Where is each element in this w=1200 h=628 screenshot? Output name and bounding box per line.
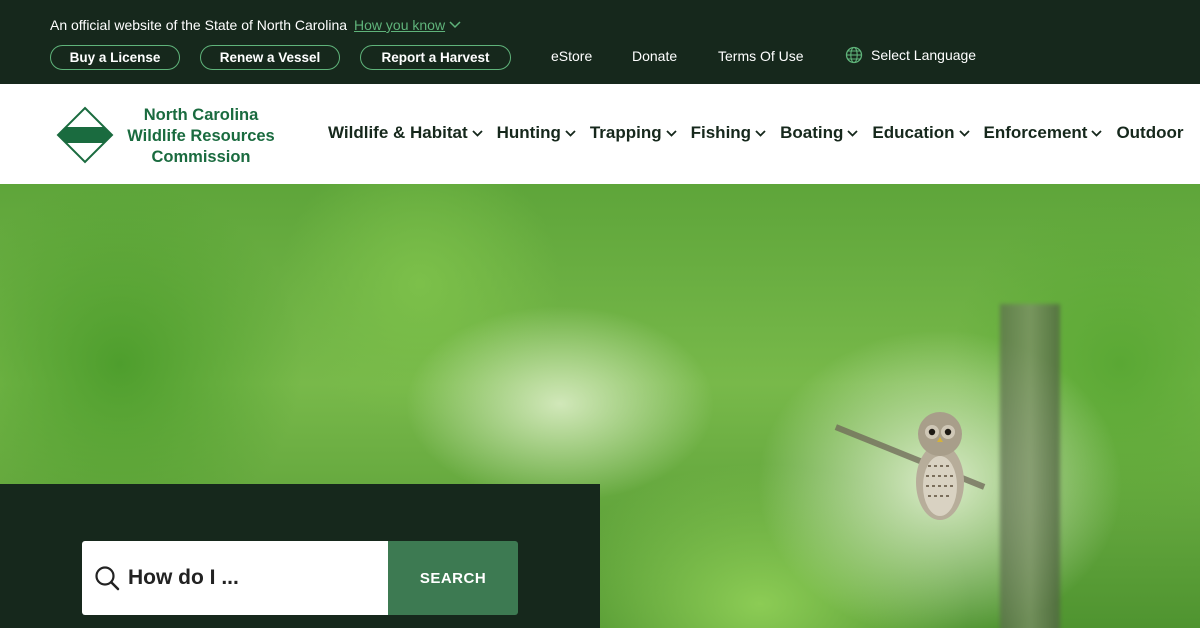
- search-icon: [95, 566, 120, 591]
- select-language-button[interactable]: Select Language: [845, 46, 976, 64]
- nav-label: Outdoor: [1116, 123, 1184, 142]
- chevron-down-icon: [958, 129, 970, 137]
- nav-label: Wildlife & Habitat: [328, 123, 468, 142]
- how-you-know-link[interactable]: How you know: [354, 17, 461, 33]
- estore-link[interactable]: eStore: [551, 48, 592, 64]
- ncwrc-logo-icon[interactable]: [56, 106, 114, 164]
- buy-license-button[interactable]: Buy a License: [50, 45, 180, 70]
- search-button[interactable]: SEARCH: [388, 541, 518, 615]
- chevron-down-icon: [565, 129, 576, 137]
- chevron-down-icon: [755, 129, 766, 137]
- logo-line-2: Wildlife Resources: [127, 127, 275, 145]
- how-you-know-label: How you know: [354, 17, 446, 33]
- nav-label: Fishing: [690, 123, 752, 142]
- search-panel: SEARCH: [0, 484, 600, 628]
- chevron-down-icon: [449, 21, 461, 29]
- official-site-text: An official website of the State of Nort…: [50, 17, 348, 33]
- nav-education[interactable]: Education: [872, 123, 970, 143]
- chevron-down-icon: [1091, 129, 1103, 137]
- main-navigation: Wildlife & Habitat Hunting Trapping Fish…: [328, 123, 1198, 143]
- nav-enforcement[interactable]: Enforcement: [984, 123, 1103, 143]
- chevron-down-icon: [665, 129, 677, 137]
- top-utility-bar: An official website of the State of Nort…: [0, 0, 1200, 84]
- report-harvest-label: Report a Harvest: [381, 50, 490, 65]
- select-language-label: Select Language: [871, 47, 977, 63]
- globe-icon: [845, 46, 863, 64]
- donate-link[interactable]: Donate: [632, 48, 677, 64]
- search-form: SEARCH: [82, 541, 518, 615]
- nav-label: Enforcement: [983, 123, 1088, 142]
- terms-of-use-link[interactable]: Terms Of Use: [718, 48, 804, 64]
- logo-line-3: Commission: [151, 148, 251, 166]
- search-button-label: SEARCH: [419, 569, 487, 587]
- barred-owl-icon: [916, 412, 964, 520]
- logo-line-1: North Carolina: [143, 106, 259, 124]
- tree-trunk: [1000, 304, 1060, 628]
- buy-license-label: Buy a License: [69, 50, 161, 65]
- report-harvest-button[interactable]: Report a Harvest: [360, 45, 511, 70]
- nav-label: Education: [872, 123, 955, 142]
- search-field[interactable]: [82, 541, 388, 615]
- renew-vessel-button[interactable]: Renew a Vessel: [200, 45, 340, 70]
- nav-hunting[interactable]: Hunting: [497, 123, 576, 143]
- nav-label: Hunting: [496, 123, 561, 142]
- nav-outdoor[interactable]: Outdoor: [1116, 123, 1183, 143]
- nav-wildlife-habitat[interactable]: Wildlife & Habitat: [328, 123, 483, 143]
- official-site-banner: An official website of the State of Nort…: [50, 17, 461, 33]
- site-logo-text[interactable]: North Carolina Wildlife Resources Commis…: [116, 105, 286, 168]
- search-input[interactable]: [128, 566, 368, 590]
- chevron-down-icon: [472, 129, 483, 137]
- chevron-down-icon: [847, 129, 858, 137]
- site-header: North Carolina Wildlife Resources Commis…: [0, 84, 1200, 184]
- nav-trapping[interactable]: Trapping: [590, 123, 677, 143]
- nav-label: Boating: [780, 123, 844, 142]
- nav-boating[interactable]: Boating: [780, 123, 858, 143]
- nav-label: Trapping: [589, 123, 662, 142]
- renew-vessel-label: Renew a Vessel: [219, 50, 321, 65]
- nav-fishing[interactable]: Fishing: [691, 123, 766, 143]
